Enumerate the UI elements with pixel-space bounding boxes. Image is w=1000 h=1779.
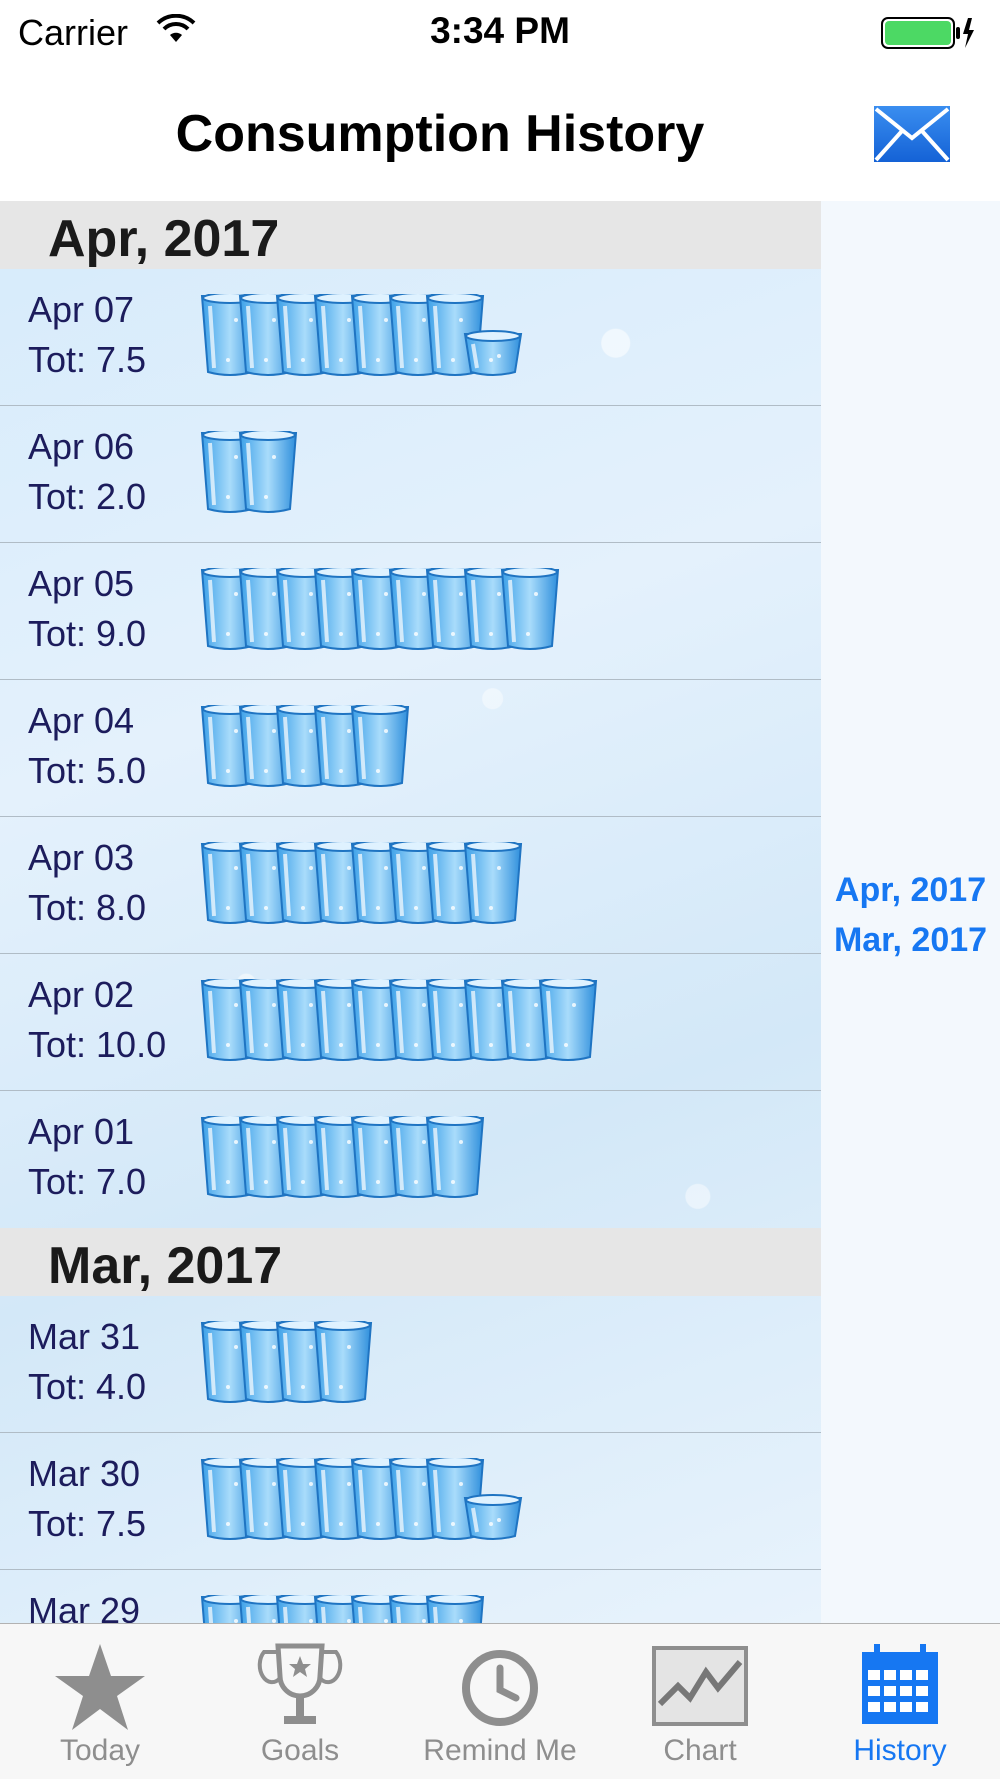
section-index-item[interactable]: Apr, 2017 xyxy=(821,871,1000,910)
water-glass-icon xyxy=(425,1595,485,1623)
history-row[interactable]: Apr 05 Tot: 9.0 xyxy=(0,543,821,680)
battery-icon xyxy=(880,16,976,55)
tab-label: Chart xyxy=(663,1734,737,1767)
page-title: Consumption History xyxy=(175,105,705,163)
tab-label: Goals xyxy=(260,1734,340,1767)
trophy-icon xyxy=(257,1643,343,1724)
section-index-item[interactable]: Mar, 2017 xyxy=(821,921,1000,960)
section-index[interactable]: Apr, 2017 Mar, 2017 xyxy=(821,201,1000,1623)
history-list[interactable]: Apr, 2017 Apr 07 Tot: 7.5 Apr 06 Tot: 2.… xyxy=(0,201,821,1623)
row-date: Apr 01 xyxy=(28,1111,135,1152)
tab-history[interactable]: History xyxy=(800,1624,1000,1779)
status-time: 3:34 PM xyxy=(430,10,570,51)
water-glass-icon xyxy=(350,705,410,787)
status-bar: Carrier 3:34 PM xyxy=(0,0,1000,65)
history-row[interactable]: Apr 02 Tot: 10.0 xyxy=(0,954,821,1091)
water-glass-icon xyxy=(238,431,297,513)
row-date: Apr 07 xyxy=(28,289,135,330)
history-row[interactable]: Apr 06 Tot: 2.0 xyxy=(0,406,821,543)
section-header: Mar, 2017 xyxy=(0,1228,821,1296)
row-date: Apr 06 xyxy=(28,426,135,467)
half-glass-icon xyxy=(463,330,522,376)
tab-label: History xyxy=(853,1734,947,1767)
history-row[interactable]: Mar 30 Tot: 7.5 xyxy=(0,1433,821,1570)
tab-remind-me[interactable]: Remind Me xyxy=(400,1624,600,1779)
row-total: Tot: 7.0 xyxy=(28,1161,147,1202)
water-glass-icon xyxy=(500,568,560,650)
tab-today[interactable]: Today xyxy=(0,1624,200,1779)
half-glass-icon xyxy=(463,1494,522,1540)
tab-chart[interactable]: Chart xyxy=(600,1624,800,1779)
history-row[interactable]: Apr 01 Tot: 7.0 xyxy=(0,1091,821,1228)
row-total: Tot: 7.5 xyxy=(28,1503,147,1544)
clock-icon xyxy=(462,1650,538,1726)
row-date: Apr 02 xyxy=(28,974,135,1015)
row-date: Apr 03 xyxy=(28,837,135,878)
section-title: Mar, 2017 xyxy=(48,1237,283,1295)
row-total: Tot: 7.5 xyxy=(28,339,147,380)
water-glass-icon xyxy=(538,979,597,1061)
water-glass-icon xyxy=(425,1116,485,1198)
tab-goals[interactable]: Goals xyxy=(200,1624,400,1779)
row-date: Mar 31 xyxy=(28,1316,141,1357)
water-glass-icon xyxy=(463,842,522,924)
section-header: Apr, 2017 xyxy=(0,201,821,269)
row-total: Tot: 2.0 xyxy=(28,476,147,517)
row-date: Mar 30 xyxy=(28,1453,141,1494)
section-title: Apr, 2017 xyxy=(48,210,280,268)
history-row[interactable]: Apr 03 Tot: 8.0 xyxy=(0,817,821,954)
row-date: Apr 05 xyxy=(28,563,135,604)
history-row[interactable]: Mar 31 Tot: 4.0 xyxy=(0,1296,821,1433)
envelope-icon[interactable] xyxy=(874,106,950,162)
history-row[interactable]: Apr 04 Tot: 5.0 xyxy=(0,680,821,817)
navigation-bar: Consumption History xyxy=(0,64,1000,201)
history-row[interactable]: Mar 29 xyxy=(0,1570,821,1623)
tab-bar: Today Goals Remind Me Chart History xyxy=(0,1623,1000,1779)
row-date: Mar 29 xyxy=(28,1590,141,1623)
row-total: Tot: 8.0 xyxy=(28,887,147,928)
calendar-icon xyxy=(862,1644,938,1724)
row-total: Tot: 9.0 xyxy=(28,613,147,654)
tab-label: Remind Me xyxy=(423,1734,577,1767)
star-icon xyxy=(55,1644,145,1730)
row-total: Tot: 5.0 xyxy=(28,750,147,791)
tab-label: Today xyxy=(59,1734,141,1767)
chart-icon xyxy=(652,1646,748,1726)
water-glass-icon xyxy=(313,1321,372,1403)
row-total: Tot: 4.0 xyxy=(28,1366,147,1407)
row-date: Apr 04 xyxy=(28,700,135,741)
history-row[interactable]: Apr 07 Tot: 7.5 xyxy=(0,269,821,406)
row-total: Tot: 10.0 xyxy=(28,1024,167,1065)
